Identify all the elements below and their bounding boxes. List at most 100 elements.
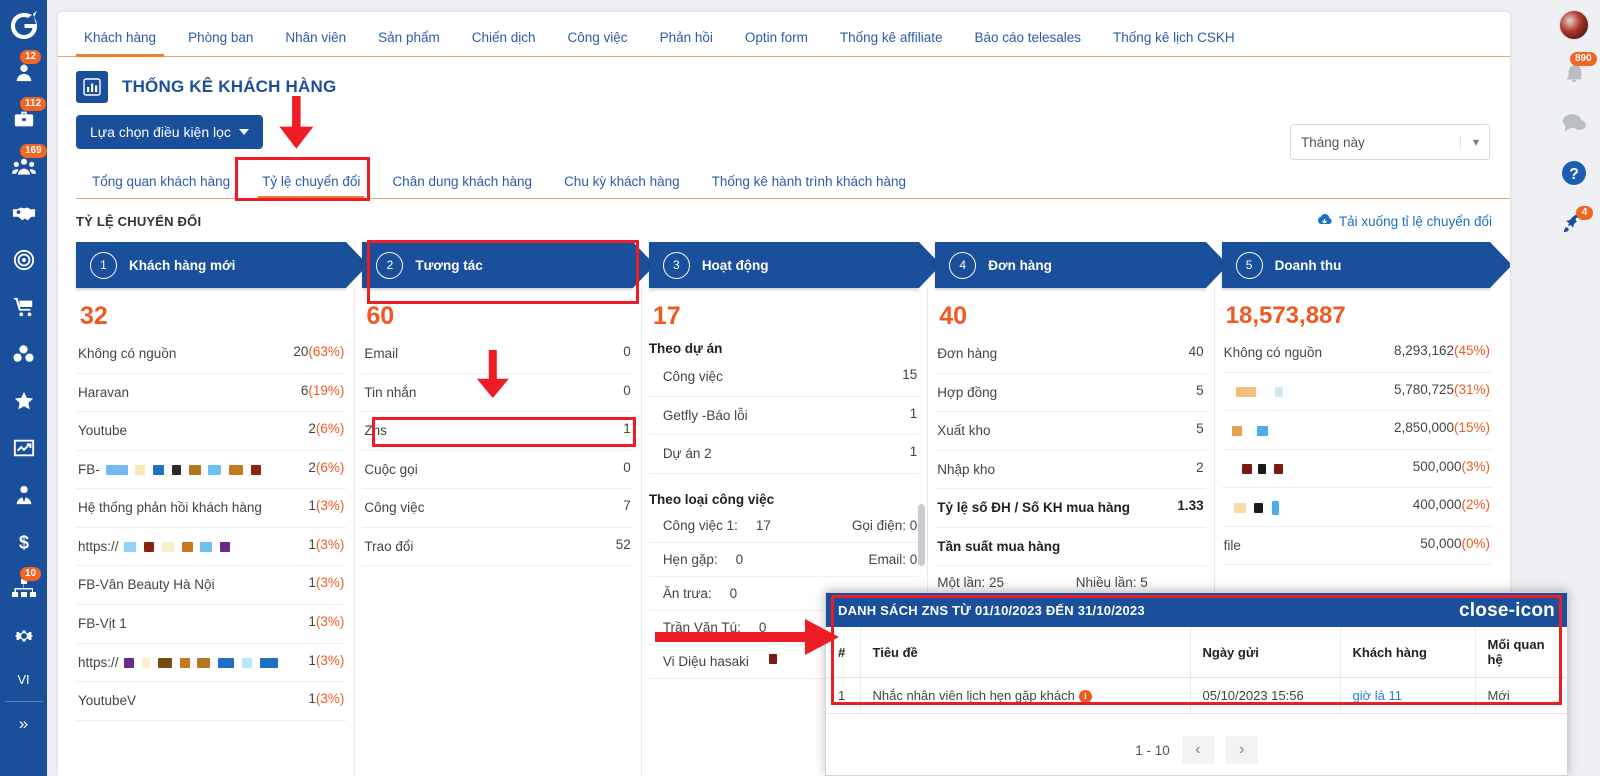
tab-chien-dich[interactable]: Chiến dịch xyxy=(456,30,552,56)
language-selector[interactable]: VI xyxy=(17,659,29,699)
list-item-ratio[interactable]: Tỷ lệ số ĐH / Số KH mua hàng 1.33 xyxy=(935,489,1206,528)
list-item[interactable]: Youtube 2(6%) xyxy=(76,412,347,451)
list-item-email[interactable]: Email 0 xyxy=(362,335,633,374)
tab-khach-hang[interactable]: Khách hàng xyxy=(68,30,172,57)
funnel-col-1-header[interactable]: 1 Khách hàng mới xyxy=(76,242,369,288)
funnel-col-2-header[interactable]: 2 Tương tác xyxy=(362,242,656,288)
list-item[interactable]: Haravan 6(19%) xyxy=(76,374,347,413)
sidebar-item-finance[interactable]: $ xyxy=(0,518,47,565)
list-item-trao-doi[interactable]: Trao đổi 52 xyxy=(362,528,633,567)
redacted-block xyxy=(220,542,231,553)
cell-customer[interactable]: giờ là 11 xyxy=(1340,677,1476,715)
sidebar-item-settings[interactable] xyxy=(0,612,47,659)
list-item[interactable]: Dự án 2 1 xyxy=(648,435,920,474)
funnel-col-4-header[interactable]: 4 Đơn hàng xyxy=(935,242,1229,288)
subtab-ty-le-chuyen-doi[interactable]: Tỷ lệ chuyển đổi xyxy=(246,174,376,199)
redacted-block xyxy=(241,657,252,668)
list-item-tin-nhan[interactable]: Tin nhắn 0 xyxy=(362,374,633,413)
list-item[interactable]: FB-Vịt 1 1(3%) xyxy=(76,605,347,644)
redacted-block xyxy=(1241,464,1252,475)
sidebar-item-analytics[interactable] xyxy=(0,424,47,471)
tab-optin-form[interactable]: Optin form xyxy=(729,30,824,56)
getfly-logo-icon[interactable] xyxy=(2,4,46,48)
tab-cong-viec[interactable]: Công việc xyxy=(552,30,644,56)
period-select[interactable]: Tháng này ▾ xyxy=(1290,124,1490,160)
list-item[interactable]: Không có nguồn 8,293,162(45%) xyxy=(1221,334,1493,373)
prev-page-button[interactable]: ‹ xyxy=(1181,736,1214,765)
subtab-chan-dung-khach-hang[interactable]: Chân dung khách hàng xyxy=(376,174,548,198)
sidebar-item-briefcase[interactable]: 112 xyxy=(0,95,47,142)
sidebar-item-boxes[interactable] xyxy=(0,330,47,377)
list-item[interactable]: https:// 1(3%) xyxy=(76,644,347,683)
redacted-block xyxy=(181,542,193,553)
tab-phan-hoi[interactable]: Phản hồi xyxy=(644,30,729,56)
download-conversion-rate-link[interactable]: Tải xuống tỉ lệ chuyển đổi xyxy=(1316,213,1492,230)
section-title: TỶ LỆ CHUYỂN ĐỔI xyxy=(76,214,202,229)
sidebar-item-star[interactable] xyxy=(0,377,47,424)
list-item[interactable]: Hẹn gặp: 0 Email: 0 xyxy=(648,543,920,577)
row-value: 2 xyxy=(1196,459,1204,475)
tab-phong-ban[interactable]: Phòng ban xyxy=(172,30,269,56)
list-item[interactable]: YoutubeV 1(3%) xyxy=(76,682,347,721)
sidebar-item-target[interactable] xyxy=(0,236,47,283)
freq-many: Nhiều lần: 5 xyxy=(1075,575,1148,591)
filter-conditions-button[interactable]: Lựa chọn điều kiện lọc xyxy=(76,115,263,149)
sidebar-item-group[interactable]: 169 xyxy=(0,142,47,189)
row-value: 0 xyxy=(623,344,631,359)
list-item[interactable]: Đơn hàng 40 xyxy=(935,335,1206,374)
list-item[interactable]: Getfly -Báo lỗi 1 xyxy=(648,397,920,436)
row-label: Công việc xyxy=(364,500,425,516)
sidebar-expand-toggle[interactable]: » xyxy=(19,706,28,742)
list-item[interactable]: file 50,000(0%) xyxy=(1221,527,1493,566)
info-icon[interactable]: i xyxy=(1078,690,1092,704)
tab-thong-ke-affiliate[interactable]: Thống kê affiliate xyxy=(824,30,959,56)
tab-nhan-vien[interactable]: Nhân viên xyxy=(269,30,362,56)
funnel-col-3-header[interactable]: 3 Hoạt động xyxy=(648,242,942,288)
list-item[interactable]: FB-Vân Beauty Hà Nội 1(3%) xyxy=(76,566,347,605)
list-item[interactable]: 500,000(3%) xyxy=(1221,450,1493,489)
tab-thong-ke-lich-cskh[interactable]: Thống kê lịch CSKH xyxy=(1097,30,1251,56)
scrollbar-thumb[interactable] xyxy=(918,504,926,566)
list-item[interactable]: Nhập kho 2 xyxy=(935,451,1206,490)
help-button[interactable]: ? xyxy=(1548,150,1600,200)
list-item[interactable]: 5,780,725(31%) xyxy=(1221,373,1493,412)
notifications-button[interactable]: 890 xyxy=(1548,50,1600,100)
tab-bao-cao-telesales[interactable]: Báo cáo telesales xyxy=(958,30,1097,56)
list-item-cuoc-goi[interactable]: Cuộc gọi 0 xyxy=(362,451,633,490)
close-icon[interactable]: close-icon xyxy=(1459,601,1555,620)
sidebar-item-customer[interactable]: 12 xyxy=(0,48,47,95)
sidebar-item-handshake[interactable] xyxy=(0,189,47,236)
list-item[interactable]: 2,850,000(15%) xyxy=(1221,411,1493,450)
table-row[interactable]: 1 Nhắc nhân viên lịch hẹn gặp khách i 05/… xyxy=(826,677,1567,715)
subtab-thong-ke-hanh-trinh[interactable]: Thống kê hành trình khách hàng xyxy=(696,174,922,198)
avatar[interactable] xyxy=(1548,0,1600,50)
list-item[interactable]: Xuất kho 5 xyxy=(935,412,1206,451)
chat-button[interactable] xyxy=(1548,100,1600,150)
sidebar-item-sitemap[interactable]: 10 xyxy=(0,565,47,612)
redacted-block xyxy=(144,542,155,553)
list-item[interactable]: Công việc 1: 17 Gọi điện: 0 xyxy=(648,509,920,543)
funnel-col-3-total: 17 xyxy=(652,302,681,330)
list-item[interactable]: Công việc 15 xyxy=(648,358,920,397)
list-item[interactable]: https:// 1(3%) xyxy=(76,528,347,567)
funnel-col-1-step: 1 xyxy=(90,251,117,279)
user-tie-icon xyxy=(13,484,35,506)
sidebar-item-user-tie[interactable] xyxy=(0,471,47,518)
row-value: 5 xyxy=(1196,382,1204,398)
table-header-row: # Tiêu đề Ngày gửi Khách hàng Mối quan h… xyxy=(826,627,1567,678)
subtab-tong-quan-khach-hang[interactable]: Tổng quan khách hàng xyxy=(76,174,246,198)
list-item[interactable]: Không có nguồn 20(63%) xyxy=(76,335,347,374)
list-item[interactable]: Hợp đồng 5 xyxy=(935,374,1206,413)
list-item[interactable]: Hệ thống phản hồi khách hàng 1(3%) xyxy=(76,489,347,528)
row-value: 6(19%) xyxy=(300,382,345,398)
tab-san-pham[interactable]: Sản phẩm xyxy=(362,30,456,56)
subtab-chu-ky-khach-hang[interactable]: Chu kỳ khách hàng xyxy=(548,174,696,198)
list-item[interactable]: 400,000(2%) xyxy=(1221,488,1493,527)
upgrade-button[interactable]: 4 xyxy=(1548,200,1600,250)
list-item-zns[interactable]: Zns 1 xyxy=(362,412,633,451)
list-item[interactable]: FB- 2(6%) xyxy=(76,451,347,490)
funnel-col-5-header[interactable]: 5 Doanh thu xyxy=(1221,242,1510,288)
sidebar-item-cart[interactable] xyxy=(0,283,47,330)
list-item-cong-viec[interactable]: Công việc 7 xyxy=(362,489,633,528)
next-page-button[interactable]: › xyxy=(1225,736,1258,765)
